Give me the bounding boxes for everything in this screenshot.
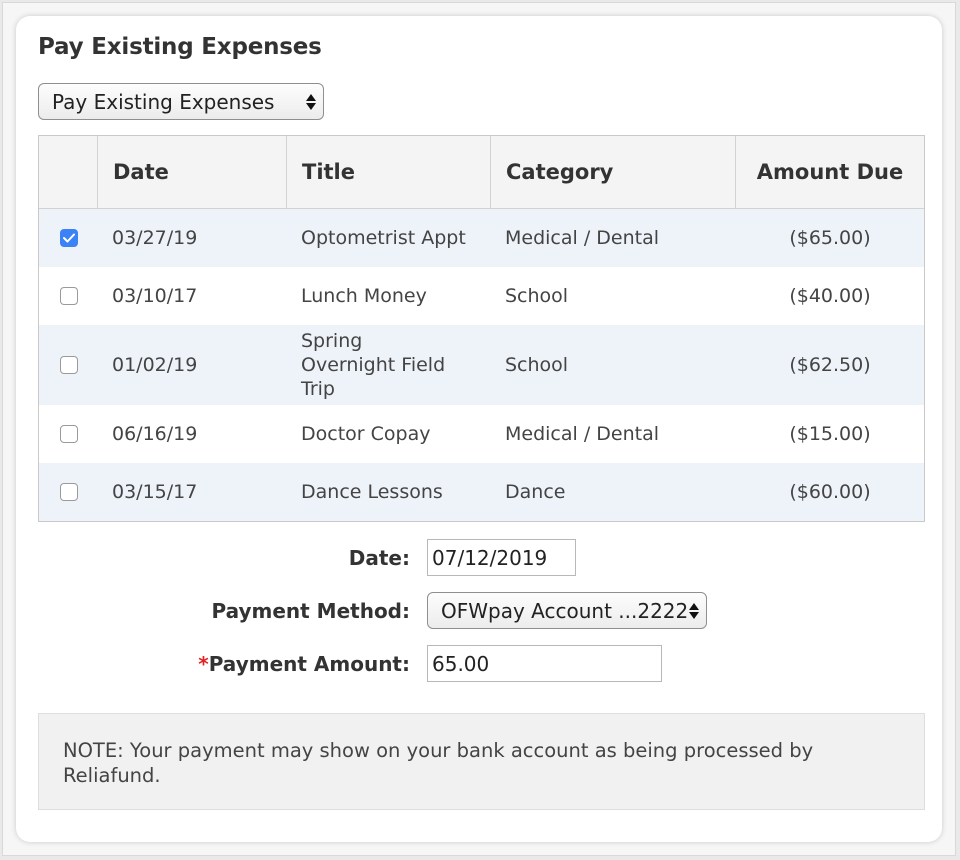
row-checkbox[interactable] <box>59 287 78 305</box>
cell-category: School <box>505 285 569 307</box>
expenses-table: Date Title Category Amount Due 03/27/19 O… <box>38 135 925 522</box>
row-checkbox[interactable] <box>59 483 78 501</box>
row-checkbox[interactable] <box>59 425 78 443</box>
table-row[interactable]: 01/02/19 Spring Overnight Field Trip Schoo… <box>39 325 924 405</box>
row-select-cell <box>39 483 98 501</box>
row-select-cell <box>39 229 98 247</box>
cell-date: 06/16/19 <box>112 423 198 445</box>
cell-amount-due: ($65.00) <box>789 227 871 249</box>
cell-title: Lunch Money <box>301 285 427 307</box>
row-checkbox[interactable] <box>59 356 78 374</box>
cell-date: 03/15/17 <box>112 481 198 503</box>
table-row[interactable]: 03/10/17 Lunch Money School ($40.00) <box>39 267 924 325</box>
header-select-column <box>39 136 98 208</box>
table-row[interactable]: 06/16/19 Doctor Copay Medical / Dental ($15… <box>39 405 924 463</box>
cell-amount-due: ($15.00) <box>789 423 871 445</box>
page-title: Pay Existing Expenses <box>38 34 322 60</box>
date-input[interactable]: 07/12/2019 <box>427 539 576 576</box>
date-label: Date: <box>348 546 410 570</box>
header-amount-due: Amount Due <box>756 160 904 184</box>
header-date: Date <box>98 136 287 208</box>
cell-category: School <box>505 354 569 376</box>
cell-amount-due: ($62.50) <box>789 354 871 376</box>
cell-amount-due: ($40.00) <box>789 285 871 307</box>
header-category: Category <box>491 136 736 208</box>
cell-date: 03/10/17 <box>112 285 198 307</box>
cell-category: Medical / Dental <box>505 227 660 249</box>
expense-type-select[interactable]: Pay Existing Expenses <box>38 83 324 120</box>
table-row[interactable]: 03/27/19 Optometrist Appt Medical / Dental… <box>39 209 924 267</box>
required-marker: * <box>198 652 209 676</box>
cell-date: 03/27/19 <box>112 227 198 249</box>
payment-amount-input[interactable]: 65.00 <box>427 645 662 682</box>
cell-title: Optometrist Appt <box>301 227 466 249</box>
payment-method-select[interactable]: OFWpay Account ...2222 <box>427 592 707 629</box>
table-body: 03/27/19 Optometrist Appt Medical / Dental… <box>39 209 924 521</box>
select-arrows-icon <box>306 93 316 110</box>
row-select-cell <box>39 287 98 305</box>
cell-title: Doctor Copay <box>301 423 431 445</box>
checkmark-icon <box>62 233 75 243</box>
header-title: Title <box>287 136 491 208</box>
cell-amount-due: ($60.00) <box>789 481 871 503</box>
cell-category: Dance <box>505 481 566 503</box>
row-select-cell <box>39 356 98 374</box>
row-checkbox[interactable] <box>59 229 78 247</box>
table-header: Date Title Category Amount Due <box>39 136 924 209</box>
payment-method-value: OFWpay Account ...2222 <box>441 598 689 623</box>
payment-amount-label: *Payment Amount: <box>110 652 410 676</box>
payment-method-label: Payment Method: <box>211 599 410 623</box>
cell-date: 01/02/19 <box>112 354 198 376</box>
expense-type-select-value: Pay Existing Expenses <box>52 89 275 114</box>
select-arrows-icon <box>689 602 699 619</box>
cell-title: Spring Overnight Field Trip <box>301 330 446 400</box>
table-row[interactable]: 03/15/17 Dance Lessons Dance ($60.00) <box>39 463 924 521</box>
row-select-cell <box>39 425 98 443</box>
cell-category: Medical / Dental <box>505 423 660 445</box>
processing-note: NOTE: Your payment may show on your bank… <box>38 713 925 810</box>
cell-title: Dance Lessons <box>301 481 443 503</box>
payment-amount-label-text: Payment Amount: <box>208 652 410 676</box>
